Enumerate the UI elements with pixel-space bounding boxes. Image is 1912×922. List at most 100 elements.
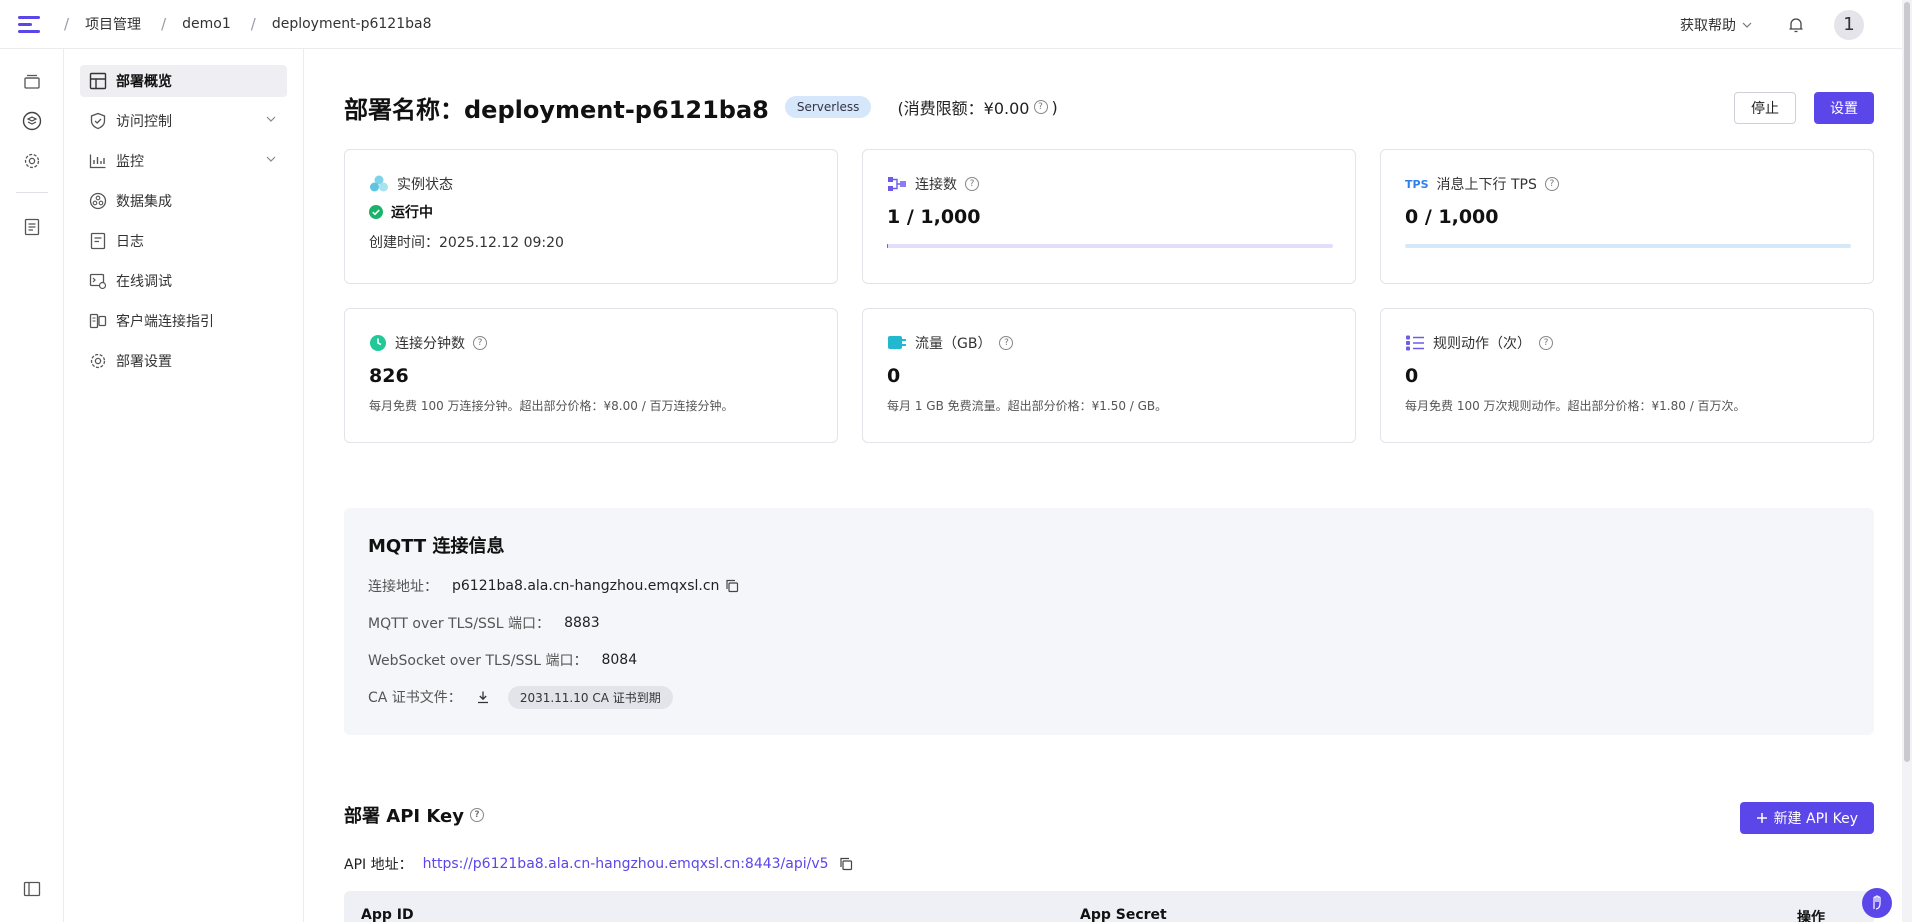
deployments-icon[interactable] xyxy=(20,109,44,133)
ca-expiry-badge: 2031.11.10 CA 证书到期 xyxy=(507,685,673,709)
page-header: 部署名称：deployment-p6121ba8 Serverless (消费限… xyxy=(344,89,1874,125)
sidebar-item-label: 日志 xyxy=(116,234,144,250)
sidebar: 部署概览 访问控制 监控 数据集成 日志 在线调试 客户端连接指引 部署设置 xyxy=(64,49,304,922)
card-title: 实例状态 xyxy=(397,177,453,193)
connections-value: 1 / 1,000 xyxy=(887,206,981,228)
check-circle-icon xyxy=(369,205,383,219)
gear-icon[interactable] xyxy=(20,149,44,173)
question-icon[interactable]: ? xyxy=(473,336,487,350)
settings-button[interactable]: 设置 xyxy=(1814,92,1874,124)
help-dropdown[interactable]: 获取帮助 xyxy=(1680,15,1752,35)
document-icon[interactable] xyxy=(20,215,44,239)
copy-icon[interactable] xyxy=(839,857,853,871)
cluster-icon xyxy=(370,175,388,192)
sidebar-item-label: 客户端连接指引 xyxy=(116,314,214,330)
mqtt-title: MQTT 连接信息 xyxy=(368,536,505,557)
shield-icon xyxy=(88,111,108,131)
tls-port: 8883 xyxy=(564,615,600,631)
icon-rail xyxy=(0,49,64,922)
connections-progress-bar xyxy=(887,244,1333,248)
tps-card: TPS 消息上下行 TPS ? 0 / 1,000 xyxy=(1380,149,1874,284)
tps-tag: TPS xyxy=(1405,177,1429,191)
tps-value: 0 / 1,000 xyxy=(1405,206,1499,228)
mqtt-info-panel: MQTT 连接信息 连接地址： p6121ba8.ala.cn-hangzhou… xyxy=(344,508,1874,735)
spend-limit: (消费限额：¥0.00 ? ) xyxy=(897,95,1057,119)
breadcrumb-demo[interactable]: demo1 xyxy=(182,16,231,32)
api-address-row: API 地址： https://p6121ba8.ala.cn-hangzhou… xyxy=(344,854,853,874)
question-icon[interactable]: ? xyxy=(965,177,979,191)
sidebar-item-access-control[interactable]: 访问控制 xyxy=(80,105,287,137)
scroll-thumb[interactable] xyxy=(1904,2,1910,762)
rule-actions-value: 0 xyxy=(1405,365,1419,387)
chart-icon xyxy=(88,151,108,171)
breadcrumb-project[interactable]: 项目管理 xyxy=(85,14,141,34)
plus-icon xyxy=(1756,813,1767,823)
sidebar-item-data-integration[interactable]: 数据集成 xyxy=(80,185,287,217)
bell-icon[interactable] xyxy=(1786,15,1806,35)
api-key-header: 部署 API Key ? 新建 API Key xyxy=(344,799,1874,834)
api-address-label: API 地址： xyxy=(344,857,413,873)
breadcrumb-separator: / xyxy=(64,15,70,33)
instance-status-card: 实例状态 运行中 创建时间：2025.12.12 09:20 xyxy=(344,149,838,284)
column-actions: 操作 xyxy=(1797,910,1825,922)
stop-button[interactable]: 停止 xyxy=(1734,92,1796,124)
traffic-card: 流量（GB） ? 0 每月 1 GB 免费流量。超出部分价格：¥1.50 / G… xyxy=(862,308,1356,443)
sidebar-item-label: 部署设置 xyxy=(116,354,172,370)
question-icon[interactable]: ? xyxy=(1539,336,1553,350)
api-address-link[interactable]: https://p6121ba8.ala.cn-hangzhou.emqxsl.… xyxy=(423,856,829,872)
log-icon xyxy=(88,231,108,251)
breadcrumb-deployment[interactable]: deployment-p6121ba8 xyxy=(272,16,432,32)
connection-minutes-card: 连接分钟数 ? 826 每月免费 100 万连接分钟。超出部分价格：¥8.00 … xyxy=(344,308,838,443)
sidebar-item-monitoring[interactable]: 监控 xyxy=(80,145,287,177)
ws-port: 8084 xyxy=(601,652,638,668)
assistant-hand-icon[interactable] xyxy=(1862,888,1892,918)
sidebar-item-client-guide[interactable]: 客户端连接指引 xyxy=(80,305,287,337)
card-title: 消息上下行 TPS xyxy=(1436,177,1537,193)
gear-icon xyxy=(88,351,108,371)
status-text: 运行中 xyxy=(391,205,433,221)
integration-icon xyxy=(88,191,108,211)
sidebar-item-label: 监控 xyxy=(116,154,144,170)
sidebar-item-online-debug[interactable]: 在线调试 xyxy=(80,265,287,297)
client-icon xyxy=(88,311,108,331)
chevron-down-icon xyxy=(1742,22,1752,28)
projects-icon[interactable] xyxy=(20,69,44,93)
api-key-title: 部署 API Key ? xyxy=(344,802,484,828)
page-title: 部署名称：deployment-p6121ba8 xyxy=(344,95,769,124)
api-key-table-header: App ID App Secret 操作 xyxy=(344,891,1874,922)
question-icon[interactable]: ? xyxy=(1033,100,1048,114)
sidebar-item-overview[interactable]: 部署概览 xyxy=(80,65,287,97)
new-api-key-label: 新建 API Key xyxy=(1773,811,1858,827)
breadcrumb-separator: / xyxy=(161,15,167,33)
list-icon xyxy=(1406,335,1424,351)
collapse-sidebar-icon[interactable] xyxy=(20,877,44,901)
question-icon[interactable]: ? xyxy=(999,336,1014,350)
sidebar-item-label: 部署概览 xyxy=(116,74,172,90)
rail-divider xyxy=(16,192,48,193)
connection-minutes-value: 826 xyxy=(369,365,409,387)
connections-icon xyxy=(888,177,906,191)
menu-logo-icon[interactable] xyxy=(18,12,42,36)
sidebar-item-deployment-settings[interactable]: 部署设置 xyxy=(80,345,287,377)
copy-icon[interactable] xyxy=(725,579,739,593)
card-title: 连接分钟数 xyxy=(395,336,465,352)
card-title: 规则动作（次） xyxy=(1433,336,1531,352)
card-title: 流量（GB） xyxy=(915,336,992,352)
rule-actions-note: 每月免费 100 万次规则动作。超出部分价格：¥1.80 / 百万次。 xyxy=(1405,399,1746,413)
serverless-badge: Serverless xyxy=(784,96,872,118)
question-icon[interactable]: ? xyxy=(469,808,484,822)
page-scrollbar[interactable] xyxy=(1902,0,1912,922)
overview-icon xyxy=(88,71,108,91)
question-icon[interactable]: ? xyxy=(1544,177,1559,191)
sidebar-item-label: 在线调试 xyxy=(116,274,172,290)
tps-progress-bar xyxy=(1405,244,1851,248)
download-icon[interactable] xyxy=(476,690,490,704)
sidebar-item-label: 访问控制 xyxy=(116,114,172,130)
sidebar-item-logs[interactable]: 日志 xyxy=(80,225,287,257)
ws-port-label: WebSocket over TLS/SSL 端口： xyxy=(368,653,588,669)
clock-icon xyxy=(370,335,386,351)
avatar[interactable]: 1 xyxy=(1834,9,1864,40)
breadcrumb-separator: / xyxy=(250,15,256,33)
ca-label: CA 证书文件： xyxy=(368,690,462,706)
new-api-key-button[interactable]: 新建 API Key xyxy=(1739,802,1874,834)
